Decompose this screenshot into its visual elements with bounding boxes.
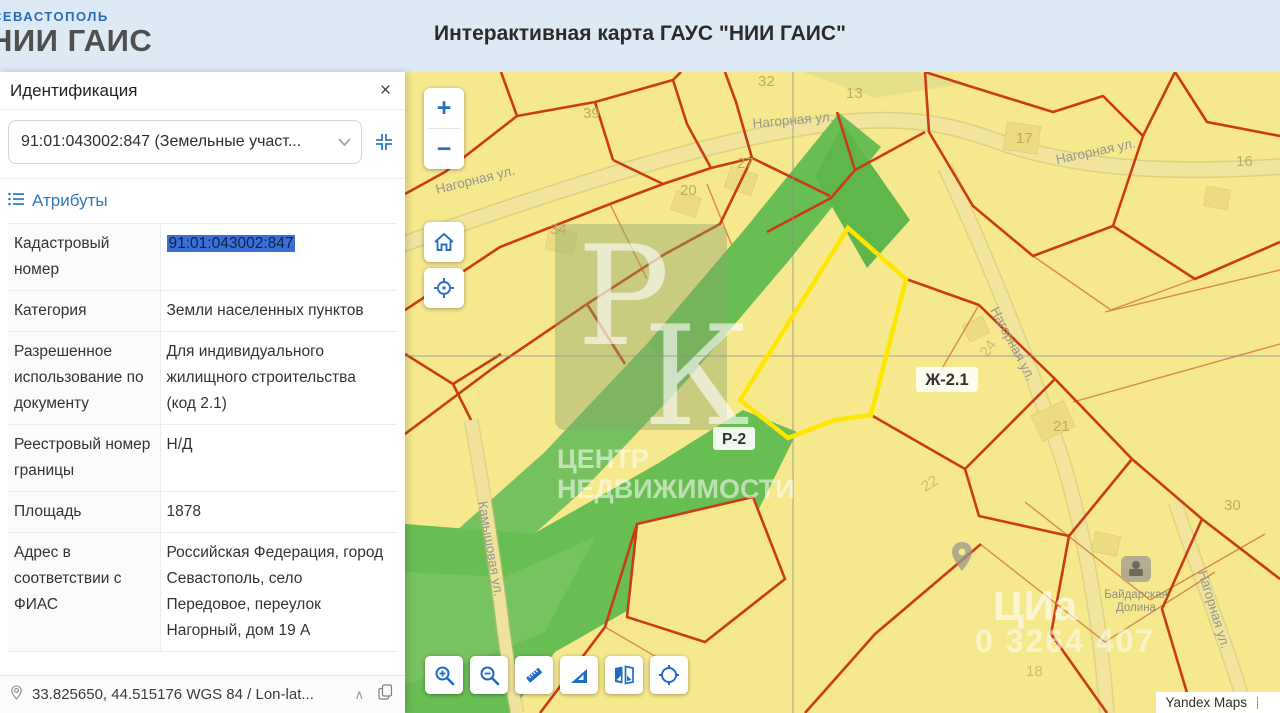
object-select[interactable]: 91:01:043002:847 (Земельные участ... xyxy=(8,120,362,164)
svg-text:Ж-2.1: Ж-2.1 xyxy=(924,371,968,389)
map-toolbar xyxy=(425,656,688,694)
attribution-text: Yandex Maps xyxy=(1165,695,1247,710)
list-icon xyxy=(8,192,24,211)
attr-value: 91:01:043002:847 xyxy=(160,224,397,291)
app-root: СЕВАСТОПОЛЬ НИИ ГАИС Интерактивная карта… xyxy=(0,0,1280,713)
attr-value: 1878 xyxy=(160,492,397,533)
locate-button[interactable] xyxy=(424,268,464,308)
poi-name-line2: Долина xyxy=(1116,602,1157,614)
svg-text:32: 32 xyxy=(758,73,775,90)
attributes-header: Атрибуты xyxy=(0,179,405,221)
attr-value: Н/Д xyxy=(160,425,397,492)
table-row: Кадастровый номер 91:01:043002:847 xyxy=(8,224,397,291)
attribution-separator xyxy=(1257,697,1258,709)
locate-icon xyxy=(433,277,455,299)
close-icon[interactable]: × xyxy=(380,81,391,100)
compare-layers-icon xyxy=(613,665,635,685)
watermark-rk-logo: Р К xyxy=(555,216,750,457)
object-selector-row: 91:01:043002:847 (Земельные участ... xyxy=(0,110,405,179)
magnifier-plus-icon xyxy=(434,665,455,686)
tool-coordinates-button[interactable] xyxy=(650,656,688,694)
attr-label: Кадастровый номер xyxy=(8,224,160,291)
home-icon xyxy=(433,232,455,252)
tool-compare-layers-button[interactable] xyxy=(605,656,643,694)
attributes-link[interactable]: Атрибуты xyxy=(32,191,108,211)
svg-text:ЦЕНТР: ЦЕНТР xyxy=(557,444,649,474)
table-row: Адрес в соответствии с ФИАС Российская Ф… xyxy=(8,533,397,652)
attr-label: Площадь xyxy=(8,492,160,533)
poi-name-line1: Байдарская xyxy=(1104,589,1168,601)
set-square-icon xyxy=(569,665,590,686)
panel-header: Идентификация × xyxy=(0,72,405,110)
svg-text:18: 18 xyxy=(1026,663,1043,680)
ruler-icon xyxy=(523,664,545,686)
coordinates-text: 33.825650, 44.515176 WGS 84 / Lon-lat... xyxy=(32,686,354,703)
map-attribution[interactable]: Yandex Maps xyxy=(1156,692,1280,713)
table-row: Площадь 1878 xyxy=(8,492,397,533)
svg-text:НЕДВИЖИМОСТИ: НЕДВИЖИМОСТИ xyxy=(557,474,795,504)
cadastral-map-layers: Р К ЦЕНТР НЕДВИЖИМОСТИ ЦИа 0 3264 407 xyxy=(405,72,1280,713)
svg-text:ЦИа: ЦИа xyxy=(993,582,1078,629)
site-logo: СЕВАСТОПОЛЬ НИИ ГАИС xyxy=(0,10,152,56)
page-title: Интерактивная карта ГАУС "НИИ ГАИС" xyxy=(434,22,846,46)
logo-city-text: СЕВАСТОПОЛЬ xyxy=(0,10,152,23)
chevron-down-icon xyxy=(338,134,351,150)
attr-label: Разрешенное использование по документу xyxy=(8,332,160,425)
attr-value: Российская Федерация, город Севастополь,… xyxy=(160,533,397,652)
svg-text:13: 13 xyxy=(846,85,863,102)
svg-text:30: 30 xyxy=(1224,497,1241,514)
table-row: Разрешенное использование по документу Д… xyxy=(8,332,397,425)
tool-measure-area-button[interactable] xyxy=(560,656,598,694)
logo-org-text: НИИ ГАИС xyxy=(0,25,152,56)
attr-label: Адрес в соответствии с ФИАС xyxy=(8,533,160,652)
svg-text:39: 39 xyxy=(583,105,600,122)
table-row: Реестровый номер границы Н/Д xyxy=(8,425,397,492)
aim-circle-icon xyxy=(658,664,680,686)
attr-value: Для индивидуального жилищного строительс… xyxy=(160,332,397,425)
attr-label: Категория xyxy=(8,291,160,332)
svg-text:21: 21 xyxy=(1053,418,1070,435)
location-icon xyxy=(10,685,23,705)
zoom-out-button[interactable]: − xyxy=(424,129,464,169)
tool-zoom-out-button[interactable] xyxy=(470,656,508,694)
panel-title: Идентификация xyxy=(10,81,137,101)
svg-text:20: 20 xyxy=(680,182,697,199)
identification-panel: Идентификация × 91:01:043002:847 (Земель… xyxy=(0,72,405,713)
collapse-panel-icon[interactable] xyxy=(373,131,395,153)
zone-label-r2: Р-2 xyxy=(713,427,755,450)
tool-measure-distance-button[interactable] xyxy=(515,656,553,694)
copy-icon[interactable] xyxy=(378,684,393,705)
object-select-value: 91:01:043002:847 (Земельные участ... xyxy=(21,133,332,151)
svg-text:Р-2: Р-2 xyxy=(722,431,746,448)
svg-text:27: 27 xyxy=(737,155,754,172)
attr-label: Реестровый номер границы xyxy=(8,425,160,492)
tool-zoom-in-button[interactable] xyxy=(425,656,463,694)
top-header: СЕВАСТОПОЛЬ НИИ ГАИС Интерактивная карта… xyxy=(0,0,1280,72)
chevron-up-icon[interactable]: ∧ xyxy=(354,687,364,703)
home-button[interactable] xyxy=(424,222,464,262)
attributes-table: Кадастровый номер 91:01:043002:847 Катег… xyxy=(8,223,397,652)
zoom-in-button[interactable]: + xyxy=(424,88,464,128)
svg-text:17: 17 xyxy=(1016,130,1033,147)
svg-text:16: 16 xyxy=(1236,153,1253,170)
coordinates-statusbar: 33.825650, 44.515176 WGS 84 / Lon-lat...… xyxy=(0,675,405,713)
attr-value: Земли населенных пунктов xyxy=(160,291,397,332)
svg-text:34: 34 xyxy=(550,221,567,238)
highlighted-cadastral-number[interactable]: 91:01:043002:847 xyxy=(167,235,296,252)
map-canvas[interactable]: Р К ЦЕНТР НЕДВИЖИМОСТИ ЦИа 0 3264 407 xyxy=(405,72,1280,713)
magnifier-minus-icon xyxy=(479,665,500,686)
zone-label-zh21: Ж-2.1 xyxy=(916,367,978,392)
table-row: Категория Земли населенных пунктов xyxy=(8,291,397,332)
zoom-control: + − xyxy=(424,88,464,169)
svg-text:0 3264 407: 0 3264 407 xyxy=(975,623,1155,659)
